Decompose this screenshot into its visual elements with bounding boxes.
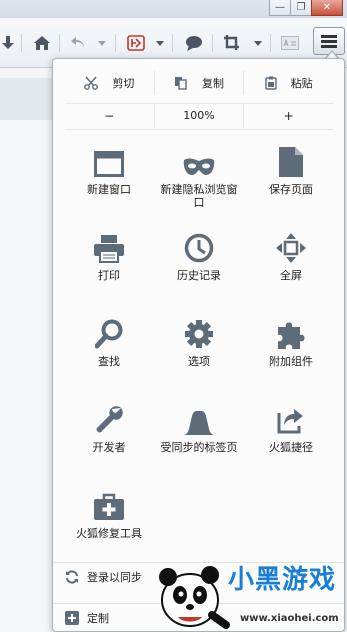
zoom-in-button[interactable]: +	[244, 104, 333, 128]
sync-icon	[66, 569, 78, 584]
edit-controls: 剪切 复制 粘贴	[65, 71, 333, 95]
toolbar-separator	[172, 34, 173, 52]
menu-item-label: 附加组件	[269, 355, 313, 368]
developer-button[interactable]: 开发者	[63, 401, 155, 481]
toolbar-separator	[59, 34, 60, 52]
fullscreen-icon	[276, 233, 306, 263]
main-menu-panel: 剪切 复制 粘贴 − 100% + 新建窗口 新建隐私浏览窗口 保存页面 打印 …	[52, 58, 345, 632]
addon-seal-icon[interactable]	[124, 32, 148, 54]
watermark-url: www.xiaohei.com	[240, 613, 339, 624]
download-icon[interactable]	[0, 32, 16, 54]
toolbar-separator	[212, 34, 213, 52]
search-icon	[95, 319, 123, 349]
toolbar-separator	[21, 34, 22, 52]
chevron-down-icon[interactable]	[250, 32, 266, 54]
menu-item-label: 全屏	[280, 269, 302, 282]
toolbar-separator	[270, 34, 271, 52]
menu-item-label: 打印	[98, 269, 120, 282]
zoom-out-button[interactable]: −	[65, 103, 155, 128]
page-content-strip	[0, 78, 60, 120]
gear-icon	[185, 320, 213, 348]
wrench-icon	[96, 406, 123, 433]
cut-button[interactable]: 剪切	[65, 71, 155, 95]
find-button[interactable]: 查找	[63, 315, 155, 395]
save-page-button[interactable]: 保存页面	[245, 143, 337, 223]
close-button[interactable]: ✕	[311, 0, 343, 16]
scissors-icon	[84, 76, 99, 90]
history-clock-icon	[184, 233, 214, 263]
chat-bubble-icon[interactable]	[182, 32, 206, 54]
customize-label: 定制	[87, 611, 109, 625]
menu-item-label: 新建窗口	[87, 183, 131, 196]
paste-button[interactable]: 粘贴	[244, 71, 333, 95]
watermark-brand: 小黑游戏	[228, 565, 337, 595]
save-page-icon	[279, 147, 303, 177]
repair-tool-button[interactable]: 火狐修复工具	[63, 487, 155, 567]
menu-item-label: 历史记录	[177, 269, 221, 282]
divider	[65, 129, 333, 130]
home-icon[interactable]	[32, 32, 52, 54]
menu-item-label: 保存页面	[269, 183, 313, 196]
minimize-button[interactable]: —	[269, 0, 291, 16]
menu-item-label: 受同步的标签页	[160, 441, 238, 454]
undo-close-tab-icon[interactable]	[68, 32, 88, 54]
new-private-window-button[interactable]: 新建隐私浏览窗口	[153, 143, 245, 223]
fullscreen-button[interactable]: 全屏	[245, 229, 337, 309]
first-aid-kit-icon	[94, 493, 124, 520]
copy-button[interactable]: 复制	[155, 71, 245, 95]
menu-item-label: 选项	[188, 355, 210, 368]
clipboard-icon	[264, 76, 277, 90]
reader-view-icon[interactable]	[278, 32, 302, 54]
chevron-down-icon[interactable]	[152, 32, 168, 54]
copy-label: 复制	[202, 77, 224, 90]
menu-item-label: 开发者	[92, 441, 126, 454]
synced-tabs-icon	[183, 411, 215, 435]
history-button[interactable]: 历史记录	[153, 229, 245, 309]
restore-button[interactable]: ❐	[290, 0, 312, 16]
menu-item-label: 火狐修复工具	[76, 527, 142, 540]
options-button[interactable]: 选项	[153, 315, 245, 395]
zoom-controls: − 100% +	[65, 103, 333, 128]
synced-tabs-button[interactable]: 受同步的标签页	[153, 401, 245, 481]
new-window-icon	[94, 151, 124, 177]
private-mask-icon	[183, 158, 215, 175]
menu-item-label: 新建隐私浏览窗口	[160, 183, 238, 209]
menu-item-label: 查找	[98, 355, 120, 368]
copy-icon	[175, 77, 187, 90]
window-titlebar: — ❐ ✕	[0, 0, 347, 18]
menu-item-label: 火狐捷径	[269, 441, 313, 454]
new-window-button[interactable]: 新建窗口	[63, 143, 155, 223]
addons-button[interactable]: 附加组件	[245, 315, 337, 395]
firefox-shortcut-button[interactable]: 火狐捷径	[245, 401, 337, 481]
crop-screenshot-icon[interactable]	[220, 32, 244, 54]
print-button[interactable]: 打印	[63, 229, 155, 309]
toolbar-separator	[115, 34, 116, 52]
zoom-reset-button[interactable]: 100%	[155, 103, 245, 128]
window-controls: — ❐ ✕	[269, 0, 343, 16]
plus-square-icon	[65, 610, 79, 625]
hamburger-menu-icon	[321, 34, 337, 48]
chevron-down-icon[interactable]	[94, 32, 110, 54]
sync-label: 登录以同步	[87, 570, 142, 584]
puzzle-icon	[278, 322, 305, 349]
paste-label: 粘贴	[290, 77, 313, 90]
share-shortcut-icon	[277, 409, 303, 434]
print-icon	[94, 235, 124, 263]
cut-label: 剪切	[112, 77, 135, 90]
watermark-logo: 小黑游戏 www.xiaohei.com	[150, 555, 347, 632]
